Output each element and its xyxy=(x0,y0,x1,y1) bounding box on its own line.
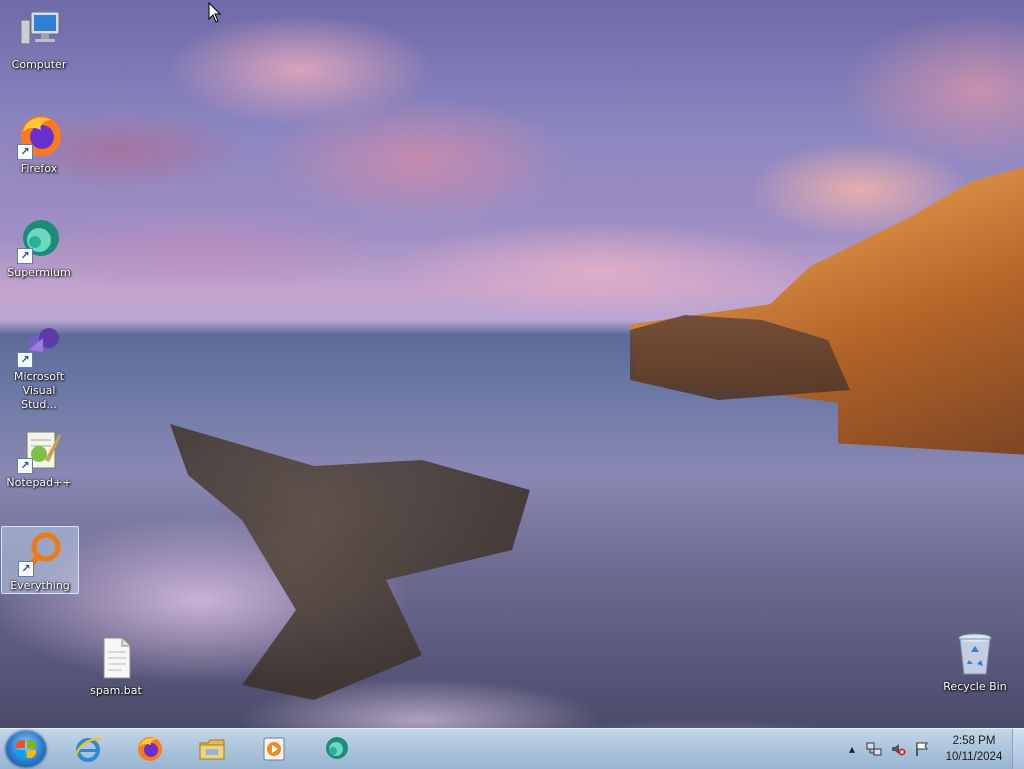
desktop-icon-computer[interactable]: Computer xyxy=(1,6,77,72)
desktop-icon-label: Firefox xyxy=(20,162,58,175)
batch-file-icon xyxy=(92,634,140,682)
taskbar-supermium-button[interactable] xyxy=(310,731,362,767)
desktop-icon-notepad-plus-plus[interactable]: ↗ Notepad++ xyxy=(1,424,77,490)
media-player-icon xyxy=(263,737,285,761)
system-clock[interactable]: 2:58 PM 10/11/2024 xyxy=(936,733,1012,765)
shortcut-arrow-icon: ↗ xyxy=(17,144,33,160)
desktop-icon-firefox[interactable]: ↗ Firefox xyxy=(1,110,77,176)
clock-date: 10/11/2024 xyxy=(945,751,1003,763)
shortcut-arrow-icon: ↗ xyxy=(17,248,33,264)
taskbar-file-explorer-button[interactable] xyxy=(186,731,238,767)
desktop-icon-label: Microsoft Visual Stud... xyxy=(13,370,65,411)
file-explorer-icon xyxy=(199,739,225,760)
show-hidden-icons-icon[interactable]: ▴ xyxy=(844,741,860,757)
desktop-icon-supermium[interactable]: ↗ Supermium xyxy=(1,214,77,280)
internet-explorer-icon xyxy=(74,738,102,762)
taskbar-media-player-button[interactable] xyxy=(248,731,300,767)
desktop-icon-visual-studio[interactable]: ↗ Microsoft Visual Stud... xyxy=(1,318,77,412)
desktop-icon-recycle-bin[interactable]: Recycle Bin xyxy=(937,628,1013,694)
taskbar-internet-explorer-button[interactable] xyxy=(62,731,114,767)
firefox-icon xyxy=(138,737,162,761)
taskbar: ▴ 2:58 PM 10/11/2024 xyxy=(0,728,1024,769)
desktop-icon-label: Everything xyxy=(10,579,70,592)
network-icon[interactable] xyxy=(866,741,882,757)
supermium-icon: ↗ xyxy=(15,216,63,264)
notepad-plus-plus-icon: ↗ xyxy=(15,426,63,474)
volume-muted-icon[interactable] xyxy=(890,741,906,757)
firefox-icon: ↗ xyxy=(15,112,63,160)
desktop-icon-label: Supermium xyxy=(7,266,71,279)
computer-icon xyxy=(15,8,63,56)
visual-studio-icon: ↗ xyxy=(15,320,63,368)
supermium-icon xyxy=(326,737,348,759)
show-desktop-button[interactable] xyxy=(1012,729,1024,769)
desktop-icon-everything[interactable]: ↗ Everything xyxy=(1,526,79,594)
start-button[interactable] xyxy=(6,731,46,767)
shortcut-arrow-icon: ↗ xyxy=(17,458,33,474)
everything-search-icon: ↗ xyxy=(16,529,64,577)
desktop-icon-spam-bat[interactable]: spam.bat xyxy=(78,632,154,698)
desktop-icon-label: Recycle Bin xyxy=(943,680,1007,693)
shortcut-arrow-icon: ↗ xyxy=(18,561,34,577)
action-center-flag-icon[interactable] xyxy=(914,741,930,757)
shortcut-arrow-icon: ↗ xyxy=(17,352,33,368)
desktop-background[interactable]: Computer ↗ Firefox ↗ Supermium ↗ Microso… xyxy=(0,0,1024,728)
clock-time: 2:58 PM xyxy=(952,735,996,747)
desktop-icon-label: Notepad++ xyxy=(6,476,72,489)
desktop-icon-label: Computer xyxy=(11,58,67,71)
recycle-bin-icon xyxy=(951,630,999,678)
windows-start-icon xyxy=(16,740,36,758)
taskbar-firefox-button[interactable] xyxy=(124,731,176,767)
mouse-cursor-icon xyxy=(208,2,222,23)
desktop-icon-label: spam.bat xyxy=(90,684,142,697)
